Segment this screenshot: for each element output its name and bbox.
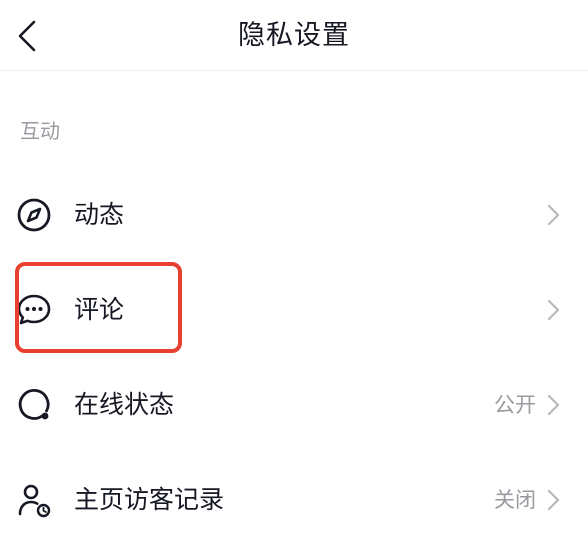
settings-row-moments[interactable]: 动态: [0, 180, 588, 250]
privacy-settings-page: 隐私设置 互动 动态 评论 在线状态 公开 主页访客记录 关闭: [0, 0, 588, 558]
row-label: 评论: [74, 295, 125, 324]
compass-icon: [14, 195, 54, 235]
chevron-right-icon: [547, 204, 560, 226]
settings-row-online-status[interactable]: 在线状态 公开: [0, 370, 588, 440]
comment-bubble-icon: [14, 290, 54, 330]
settings-row-profile-visitors[interactable]: 主页访客记录 关闭: [0, 465, 588, 535]
section-label-interaction: 互动: [20, 119, 60, 143]
row-value: 关闭: [494, 488, 536, 512]
chevron-right-icon: [547, 489, 560, 511]
row-label: 动态: [74, 200, 125, 229]
settings-row-comments[interactable]: 评论: [0, 275, 588, 345]
row-value: 公开: [494, 393, 536, 417]
chevron-right-icon: [547, 394, 560, 416]
online-status-icon: [14, 385, 54, 425]
page-title: 隐私设置: [238, 20, 350, 51]
row-label: 主页访客记录: [74, 485, 225, 514]
profile-visitor-icon: [14, 480, 54, 520]
chevron-right-icon: [547, 299, 560, 321]
top-nav-bar: 隐私设置: [0, 0, 588, 71]
row-label: 在线状态: [74, 390, 175, 419]
